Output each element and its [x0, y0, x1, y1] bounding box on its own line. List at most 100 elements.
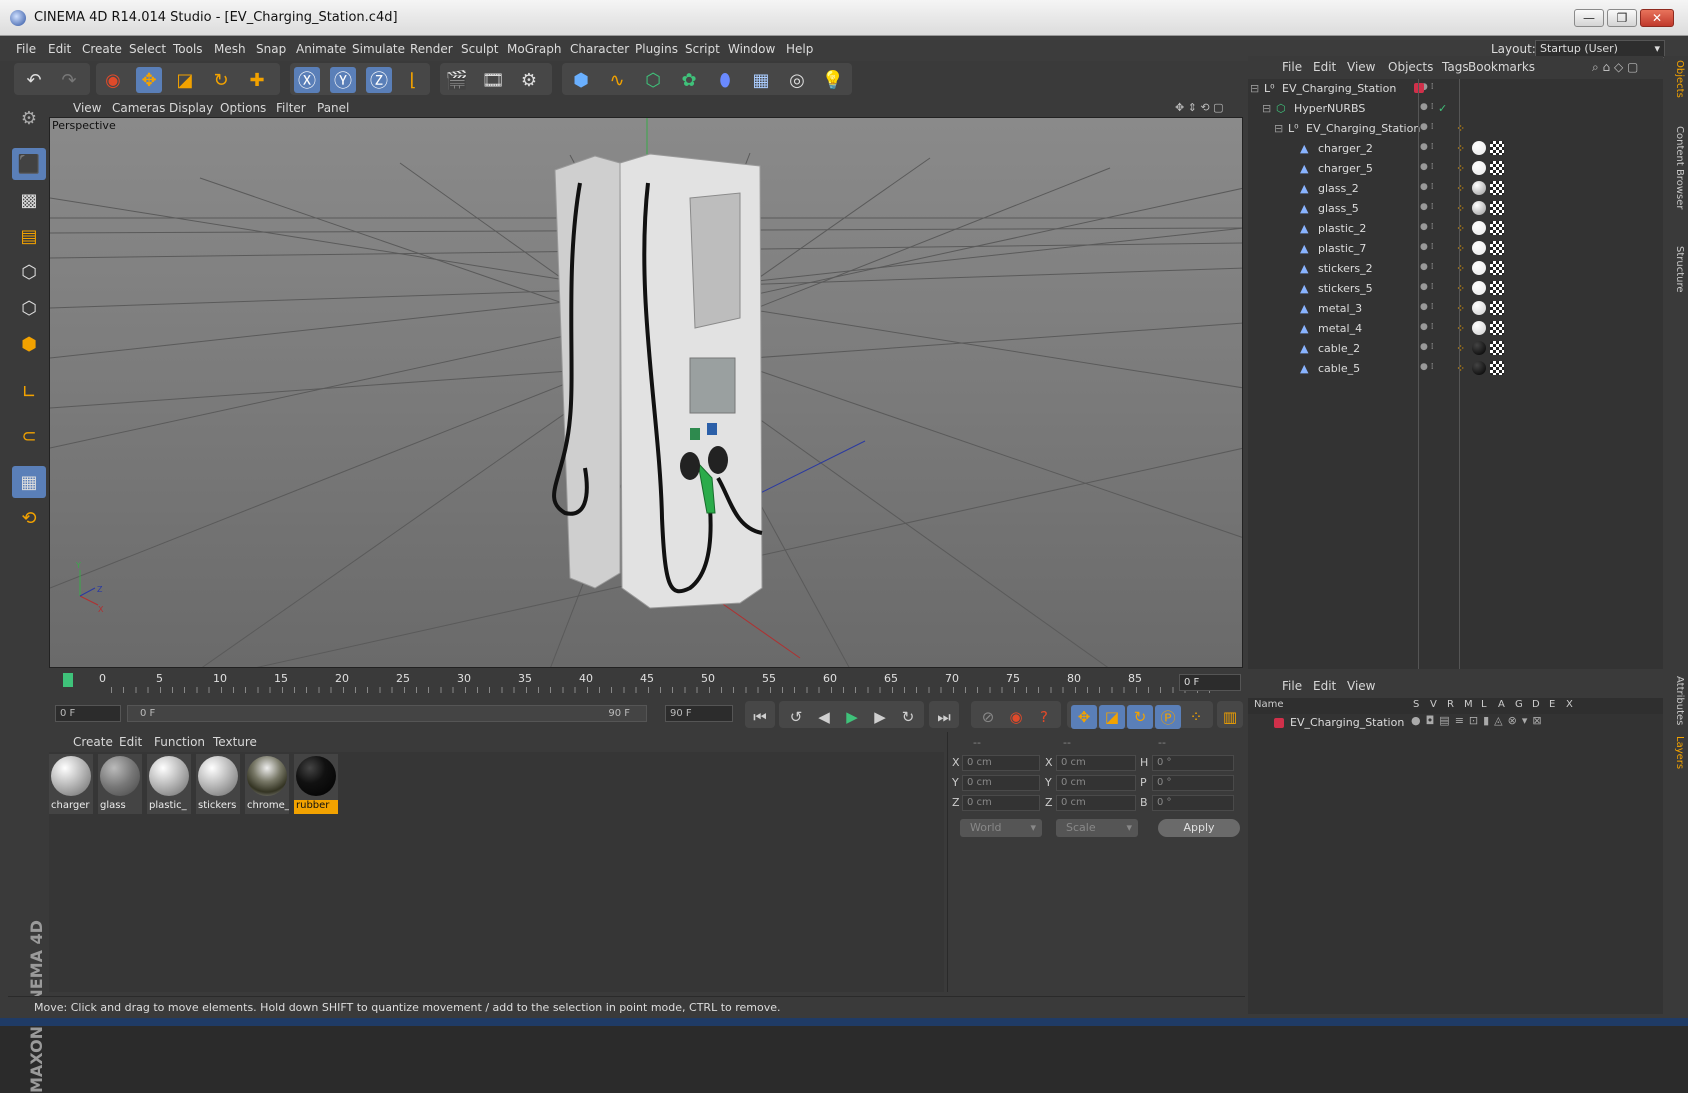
material-tag-icon[interactable]	[1472, 201, 1486, 215]
material-tag-icon[interactable]	[1472, 321, 1486, 335]
key-parameter-icon[interactable]: Ⓟ	[1155, 705, 1181, 729]
phong-tag-icon[interactable]: ⁘	[1456, 242, 1465, 255]
visibility-dots-icon[interactable]: ● ⁞	[1420, 302, 1436, 316]
move-tool-icon[interactable]: ✥	[136, 67, 162, 93]
menu-sculpt[interactable]: Sculpt	[461, 42, 498, 56]
size-z-field[interactable]: 0 cm	[1056, 795, 1136, 811]
points-mode-icon[interactable]: ⬡	[12, 256, 46, 288]
material-menu-create[interactable]: Create	[73, 735, 113, 749]
recent-tool-icon[interactable]: ✚	[244, 67, 270, 93]
floor-scene-icon[interactable]: ▦	[748, 67, 774, 93]
undo-icon[interactable]: ↶	[21, 67, 47, 93]
viewport-menu-options[interactable]: Options	[220, 101, 266, 115]
layer-color-swatch[interactable]	[1274, 718, 1284, 728]
menu-snap[interactable]: Snap	[256, 42, 286, 56]
visibility-dots-icon[interactable]: ● ⁞	[1420, 322, 1436, 336]
phong-tag-icon[interactable]: ⁘	[1456, 362, 1465, 375]
layer-menu-view[interactable]: View	[1347, 679, 1375, 693]
rotation-p-field[interactable]: 0 °	[1152, 775, 1234, 791]
object-search-icon[interactable]: ⌕ ⌂ ◇ ▢	[1592, 60, 1638, 75]
visibility-dots-icon[interactable]: ● ⁞	[1420, 142, 1436, 156]
model-mode-icon[interactable]: ⬛	[12, 148, 46, 180]
menu-script[interactable]: Script	[685, 42, 720, 56]
visibility-dots-icon[interactable]: ● ⁞	[1420, 202, 1436, 216]
menu-create[interactable]: Create	[82, 42, 122, 56]
x-axis-lock-icon[interactable]: Ⓧ	[294, 67, 320, 93]
menu-help[interactable]: Help	[786, 42, 813, 56]
layer-toggle-icons[interactable]: ●◘▤≡⊡▮◬⊗▾⊠	[1411, 714, 1547, 727]
object-menu-view[interactable]: View	[1347, 60, 1375, 74]
current-frame-field[interactable]: 0 F	[1179, 674, 1241, 691]
spline-icon[interactable]: ∿	[604, 67, 630, 93]
uvw-tag-icon[interactable]	[1490, 261, 1504, 275]
phong-tag-icon[interactable]: ⁘	[1456, 222, 1465, 235]
object-name[interactable]: plastic_2	[1318, 222, 1366, 235]
viewport-menu-panel[interactable]: Panel	[317, 101, 349, 115]
range-slider[interactable]: 0 F 90 F	[127, 705, 647, 722]
material-swatch-selected[interactable]: rubber	[294, 754, 338, 814]
material-menu-edit[interactable]: Edit	[119, 735, 142, 749]
size-y-field[interactable]: 0 cm	[1056, 775, 1136, 791]
visibility-dots-icon[interactable]: ● ⁞	[1420, 182, 1436, 196]
tab-attributes[interactable]: Attributes	[1667, 676, 1685, 725]
size-mode-dropdown[interactable]: Scale ▾	[1056, 819, 1138, 837]
object-menu-file[interactable]: File	[1282, 60, 1302, 74]
goto-end-icon[interactable]: ⏭	[931, 705, 957, 729]
cube-object-icon[interactable]: ⬢	[568, 67, 594, 93]
layer-menu-edit[interactable]: Edit	[1313, 679, 1336, 693]
step-back-icon[interactable]: ◀	[811, 705, 837, 729]
camera-icon[interactable]: ◎	[784, 67, 810, 93]
expand-toggle-icon[interactable]: ⊟	[1250, 82, 1259, 95]
menu-simulate[interactable]: Simulate	[352, 42, 405, 56]
menu-animate[interactable]: Animate	[296, 42, 346, 56]
position-y-field[interactable]: 0 cm	[962, 775, 1040, 791]
expand-toggle-icon[interactable]: ⊟	[1262, 102, 1271, 115]
object-row[interactable]: ⊟ L⁰ EV_Charging_Station ● ⁞	[1248, 79, 1663, 99]
material-menu-function[interactable]: Function	[154, 735, 205, 749]
make-editable-icon[interactable]: ⚙	[12, 102, 46, 134]
phong-tag-icon[interactable]: ⁘	[1456, 202, 1465, 215]
uvw-tag-icon[interactable]	[1490, 161, 1504, 175]
object-name[interactable]: cable_2	[1318, 342, 1360, 355]
record-keys-icon[interactable]: ⊘	[975, 705, 1001, 729]
coordinate-system-icon[interactable]: ⌊	[400, 67, 426, 93]
object-row[interactable]: ▲ plastic_7 ● ⁞ ⁘	[1248, 239, 1663, 259]
object-name[interactable]: plastic_7	[1318, 242, 1366, 255]
material-tag-icon[interactable]	[1472, 221, 1486, 235]
polygons-mode-icon[interactable]: ⬢	[12, 328, 46, 360]
object-row[interactable]: ⊟ ⬡ HyperNURBS ● ⁞ ✓	[1248, 99, 1663, 119]
menu-select[interactable]: Select	[129, 42, 166, 56]
uvw-tag-icon[interactable]	[1490, 301, 1504, 315]
material-swatch[interactable]: stickers	[196, 754, 240, 814]
tab-content-browser[interactable]: Content Browser	[1667, 126, 1685, 209]
play-icon[interactable]: ▶	[839, 705, 865, 729]
object-row[interactable]: ▲ metal_3 ● ⁞ ⁘	[1248, 299, 1663, 319]
apply-button[interactable]: Apply	[1158, 819, 1240, 837]
deformer-icon[interactable]: ⬮	[712, 67, 738, 93]
object-name[interactable]: charger_5	[1318, 162, 1373, 175]
autokey-icon[interactable]: ◉	[1003, 705, 1029, 729]
phong-tag-icon[interactable]: ⁘	[1456, 282, 1465, 295]
menu-render[interactable]: Render	[410, 42, 453, 56]
layer-row[interactable]: EV_Charging_Station ●◘▤≡⊡▮◬⊗▾⊠	[1248, 714, 1663, 732]
visibility-dots-icon[interactable]: ● ⁞	[1420, 342, 1436, 356]
material-tag-icon[interactable]	[1472, 281, 1486, 295]
object-row[interactable]: ▲ charger_2 ● ⁞ ⁘	[1248, 139, 1663, 159]
visibility-dots-icon[interactable]: ● ⁞	[1420, 222, 1436, 236]
phong-tag-icon[interactable]: ⁘	[1456, 262, 1465, 275]
end-frame-field[interactable]: 90 F	[665, 705, 733, 722]
y-axis-lock-icon[interactable]: Ⓨ	[330, 67, 356, 93]
z-axis-lock-icon[interactable]: Ⓩ	[366, 67, 392, 93]
phong-tag-icon[interactable]: ⁘	[1456, 122, 1465, 135]
object-name[interactable]: stickers_5	[1318, 282, 1373, 295]
step-forward-icon[interactable]: ▶	[867, 705, 893, 729]
expand-toggle-icon[interactable]: ⊟	[1274, 122, 1283, 135]
object-menu-tags[interactable]: Tags	[1442, 60, 1469, 74]
position-z-field[interactable]: 0 cm	[962, 795, 1040, 811]
mograph-cloner-icon[interactable]: ✿	[676, 67, 702, 93]
object-name[interactable]: glass_2	[1318, 182, 1359, 195]
material-menu-texture[interactable]: Texture	[213, 735, 257, 749]
snap-magnet-icon[interactable]: ⊂	[12, 420, 46, 452]
object-name[interactable]: charger_2	[1318, 142, 1373, 155]
material-tag-icon[interactable]	[1472, 341, 1486, 355]
